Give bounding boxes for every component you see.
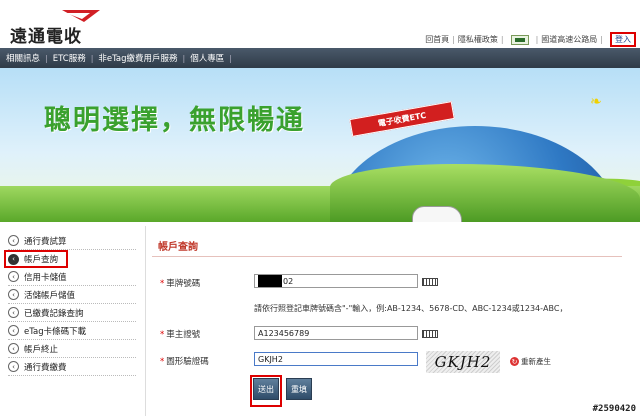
- chevron-left-icon: ‹: [8, 361, 19, 372]
- sidebar-item-label: eTag卡條碼下載: [24, 326, 87, 337]
- divider: [152, 256, 622, 257]
- nav-item-personal[interactable]: 個人專區: [190, 52, 224, 64]
- sidebar-item-label: 已繳費記錄查詢: [24, 308, 84, 319]
- owner-id-label: * 車主證號: [160, 330, 201, 340]
- divider: [145, 226, 146, 416]
- sidebar-item-savings-topup[interactable]: ‹ 活儲帳戶儲值: [8, 286, 136, 304]
- separator: |: [182, 53, 186, 63]
- chevron-left-icon: ‹: [8, 343, 19, 354]
- nav-item-non-etag[interactable]: 非eTag繳費用戶服務: [98, 52, 177, 64]
- gov-flag-icon: [510, 34, 529, 45]
- keyboard-icon[interactable]: [422, 278, 438, 286]
- sidebar-item-label: 活儲帳戶儲值: [24, 290, 76, 301]
- plate-input[interactable]: 02: [254, 274, 418, 288]
- captcha-input[interactable]: GKJH2: [254, 352, 418, 366]
- banner-title: 聰明選擇，無限暢通: [44, 105, 305, 136]
- separator: |: [500, 35, 504, 44]
- chevron-left-icon: ‹: [8, 235, 19, 246]
- top-links: 回首頁 | 隱私權政策 | | 國道高速公路局 | 登入: [425, 32, 636, 47]
- owner-id-input[interactable]: A123456789: [254, 326, 418, 340]
- top-header: 遠通電收 回首頁 | 隱私權政策 | | 國道高速公路局 | 登入: [0, 0, 640, 48]
- submit-button[interactable]: 送出: [253, 378, 279, 400]
- privacy-link[interactable]: 隱私權政策: [458, 34, 498, 45]
- sidebar-item-account-termination[interactable]: ‹ 帳戶終止: [8, 340, 136, 358]
- sidebar-item-toll-payment[interactable]: ‹ 通行費繳費: [8, 358, 136, 376]
- sidebar-item-payment-history[interactable]: ‹ 已繳費記錄查詢: [8, 304, 136, 322]
- separator: |: [90, 53, 94, 63]
- chevron-left-icon: ‹: [8, 253, 19, 265]
- main-nav: 相關訊息 | ETC服務 | 非eTag繳費用戶服務 | 個人專區 |: [0, 48, 640, 68]
- sidebar-item-label: 帳戶查詢: [24, 255, 59, 265]
- separator: |: [535, 35, 539, 44]
- chevron-left-icon: ‹: [8, 289, 19, 300]
- plate-label: * 車牌號碼: [160, 279, 201, 289]
- chevron-left-icon: ‹: [8, 307, 19, 318]
- sidebar-item-etag-barcode[interactable]: ‹ eTag卡條碼下載: [8, 322, 136, 340]
- separator: |: [229, 53, 232, 63]
- reset-button[interactable]: 重填: [286, 378, 312, 400]
- watermark: #2590420: [592, 404, 636, 414]
- captcha-label: * 圖形驗證碼: [160, 357, 209, 367]
- logo-text: 遠通電收: [10, 27, 82, 47]
- nav-item-news[interactable]: 相關訊息: [6, 52, 40, 64]
- captcha-refresh-button[interactable]: ↻ 重新產生: [510, 356, 551, 367]
- separator: |: [600, 35, 603, 44]
- separator: |: [45, 53, 48, 63]
- sidebar-item-label: 帳戶終止: [24, 344, 59, 355]
- sidebar-item-label: 信用卡儲值: [24, 272, 67, 283]
- page-title: 帳戶查詢: [158, 242, 198, 253]
- site-logo[interactable]: 遠通電收: [4, 4, 124, 47]
- plate-format-hint: 請依行照登記車牌號碼含"-"輸入，例:AB-1234、5678-CD、ABC-1…: [254, 304, 568, 313]
- sidebar-item-account-query[interactable]: ‹ 帳戶查詢: [4, 250, 68, 268]
- sidebar-item-label: 通行費試算: [24, 236, 67, 247]
- keyboard-icon[interactable]: [422, 330, 438, 338]
- refresh-icon: ↻: [510, 357, 519, 366]
- redaction-block: [258, 275, 282, 287]
- white-car-graphic: [412, 206, 462, 222]
- gov-link[interactable]: 國道高速公路局: [541, 34, 597, 45]
- sidebar-menu: ‹ 通行費試算 ‹ 帳戶查詢 ‹ 信用卡儲值 ‹ 活儲帳戶儲值 ‹ 已繳費記錄查詢 ‹ eT…: [4, 232, 136, 376]
- chevron-left-icon: ‹: [8, 271, 19, 282]
- butterfly-icon: ❧: [590, 94, 602, 110]
- sidebar-item-credit-topup[interactable]: ‹ 信用卡儲值: [8, 268, 136, 286]
- login-link[interactable]: 登入: [610, 32, 636, 47]
- home-link[interactable]: 回首頁: [425, 34, 449, 45]
- separator: |: [452, 35, 455, 44]
- hero-banner: 電子收費ETC ❧ 聰明選擇，無限暢通: [0, 68, 640, 222]
- nav-item-etc[interactable]: ETC服務: [53, 52, 86, 64]
- chevron-left-icon: ‹: [8, 325, 19, 336]
- sidebar-item-toll-calc[interactable]: ‹ 通行費試算: [8, 232, 136, 250]
- sidebar-item-label: 通行費繳費: [24, 362, 67, 373]
- captcha-image: GKJH2: [426, 351, 500, 373]
